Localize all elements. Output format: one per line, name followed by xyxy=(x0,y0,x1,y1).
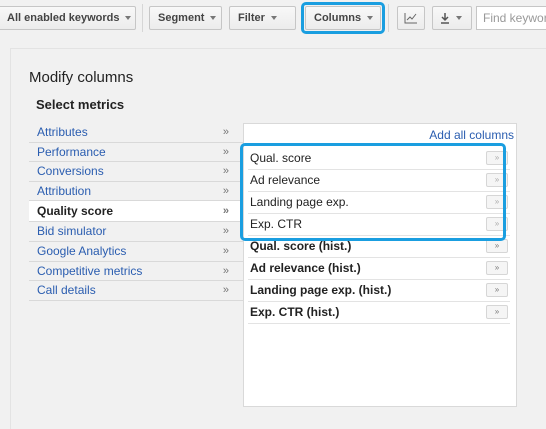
double-chevron-right-icon: » xyxy=(222,205,229,218)
double-chevron-right-icon: » xyxy=(222,145,229,158)
keyword-status-dropdown[interactable]: All enabled keywords xyxy=(0,6,136,30)
metric-row-ad-relevance-hist[interactable]: Ad relevance (hist.) » xyxy=(248,258,510,280)
find-keywords-input[interactable] xyxy=(476,6,546,30)
segment-label: Segment xyxy=(158,12,205,24)
current-metrics-highlight xyxy=(240,143,506,241)
double-chevron-right-icon: » xyxy=(222,225,229,238)
category-label: Quality score xyxy=(37,204,114,219)
double-chevron-right-icon: » xyxy=(222,264,229,277)
category-attribution[interactable]: Attribution » xyxy=(29,182,243,202)
metric-row-landing-page-exp-hist[interactable]: Landing page exp. (hist.) » xyxy=(248,280,510,302)
double-chevron-right-icon: » xyxy=(222,284,229,297)
chart-toggle-button[interactable] xyxy=(397,6,425,30)
metric-row-exp-ctr-hist[interactable]: Exp. CTR (hist.) » xyxy=(248,302,510,324)
add-metric-button[interactable]: » xyxy=(486,239,508,253)
category-performance[interactable]: Performance » xyxy=(29,143,243,163)
category-quality-score[interactable]: Quality score » xyxy=(29,200,243,223)
filter-label: Filter xyxy=(238,12,265,24)
category-google-analytics[interactable]: Google Analytics » xyxy=(29,242,243,262)
category-competitive-metrics[interactable]: Competitive metrics » xyxy=(29,262,243,282)
download-button[interactable] xyxy=(432,6,472,30)
category-conversions[interactable]: Conversions » xyxy=(29,162,243,182)
category-label: Attributes xyxy=(37,125,88,139)
add-all-columns-link[interactable]: Add all columns xyxy=(429,128,514,142)
metric-label: Qual. score (hist.) xyxy=(250,239,352,253)
add-metric-button[interactable]: » xyxy=(486,305,508,319)
category-label: Bid simulator xyxy=(37,224,107,239)
chevron-down-icon xyxy=(456,16,462,20)
double-chevron-right-icon: » xyxy=(222,244,229,257)
double-chevron-right-icon: » xyxy=(222,184,229,197)
add-metric-button[interactable]: » xyxy=(486,283,508,297)
metric-category-list: Attributes » Performance » Conversions »… xyxy=(29,123,243,301)
double-chevron-right-icon: » xyxy=(222,165,229,178)
segment-dropdown[interactable]: Segment xyxy=(149,6,222,30)
category-attributes[interactable]: Attributes » xyxy=(29,123,243,143)
chevron-down-icon xyxy=(270,16,277,20)
category-label: Call details xyxy=(37,283,96,298)
category-label: Competitive metrics xyxy=(37,263,143,278)
chevron-down-icon xyxy=(125,16,132,20)
metric-label: Ad relevance (hist.) xyxy=(250,261,361,275)
toolbar-divider xyxy=(142,4,143,32)
add-metric-button[interactable]: » xyxy=(486,261,508,275)
filter-dropdown[interactable]: Filter xyxy=(229,6,296,30)
chevron-down-icon xyxy=(210,16,217,20)
columns-highlight xyxy=(301,2,385,34)
keyword-status-label: All enabled keywords xyxy=(7,12,120,24)
line-chart-icon xyxy=(404,13,417,24)
panel-title: Modify columns xyxy=(29,69,134,86)
panel-subtitle: Select metrics xyxy=(36,97,125,112)
category-call-details[interactable]: Call details » xyxy=(29,281,243,301)
metric-label: Landing page exp. (hist.) xyxy=(250,283,392,297)
metric-label: Exp. CTR (hist.) xyxy=(250,305,340,319)
double-chevron-right-icon: » xyxy=(222,126,229,138)
toolbar-divider xyxy=(388,4,389,32)
category-label: Attribution xyxy=(37,183,92,198)
toolbar: All enabled keywords Segment Filter Colu… xyxy=(0,0,546,40)
category-bid-simulator[interactable]: Bid simulator » xyxy=(29,222,243,242)
category-label: Performance xyxy=(37,144,106,159)
download-icon xyxy=(441,13,449,24)
category-label: Google Analytics xyxy=(37,243,127,258)
category-label: Conversions xyxy=(37,164,104,179)
